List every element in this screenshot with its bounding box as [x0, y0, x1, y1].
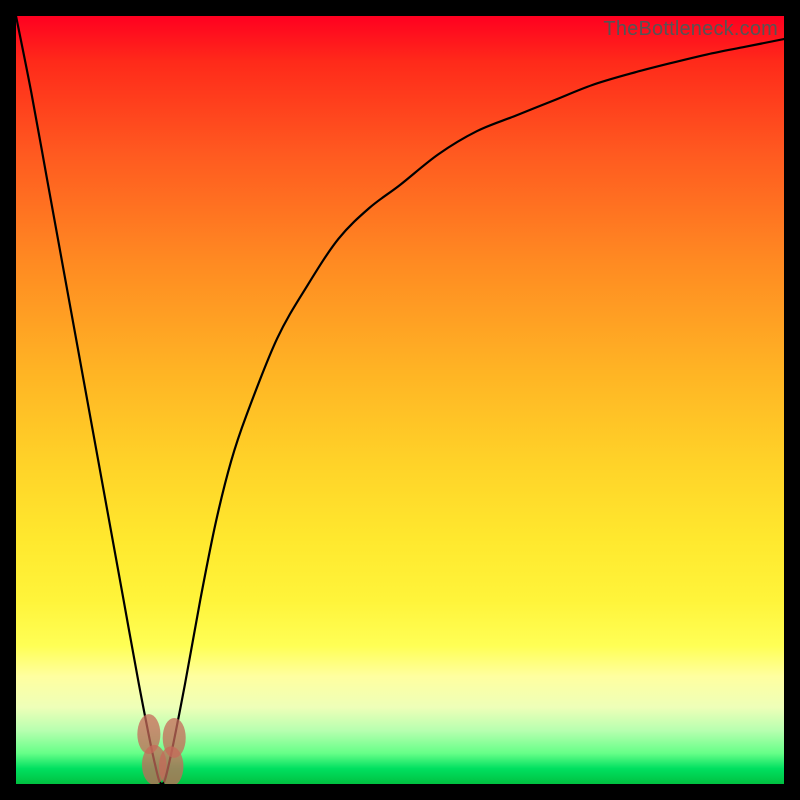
watermark-text: TheBottleneck.com: [603, 18, 778, 41]
chart-frame: TheBottleneck.com: [0, 0, 800, 800]
bottleneck-curve: [16, 16, 784, 784]
chart-svg: [16, 16, 784, 784]
plot-area: TheBottleneck.com: [16, 16, 784, 784]
curve-markers: [137, 714, 185, 784]
